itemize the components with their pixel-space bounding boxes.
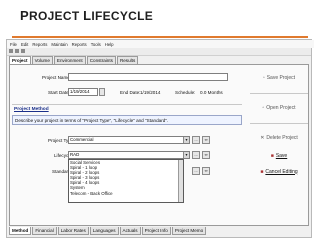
tab-volume[interactable]: Volume: [31, 56, 53, 64]
schedule-label: Schedule:: [175, 90, 196, 95]
toolbar: [7, 48, 311, 56]
lifecycle-more-button[interactable]: ...: [192, 151, 200, 159]
separator: [250, 93, 308, 94]
start-date-input[interactable]: 1/19/2014: [68, 88, 98, 96]
lifecycle-dropdown[interactable]: RAD ▼: [68, 151, 190, 159]
list-item[interactable]: Telecom - Back Office: [69, 191, 183, 196]
tab-environment[interactable]: Environment: [53, 56, 86, 64]
project-name-input[interactable]: [68, 73, 228, 81]
project-type-more-button[interactable]: ...: [192, 136, 200, 144]
method-description: Describe your project in terms of "Proje…: [15, 118, 169, 123]
main-tabs: Project Volume Environment Constraints R…: [9, 56, 139, 65]
save-icon[interactable]: [21, 49, 25, 53]
separator: [12, 104, 242, 105]
project-panel: Project Name Start Date 1/19/2014 End Da…: [9, 64, 309, 226]
tab-project-info[interactable]: Project Info: [141, 227, 171, 235]
folder-icon: ▫: [262, 104, 265, 111]
tab-financial[interactable]: Financial: [32, 227, 57, 235]
project-name-label: Project Name: [42, 75, 70, 80]
open-icon[interactable]: [15, 49, 19, 53]
end-date-value: 1/19/2014: [140, 90, 161, 95]
binoculars-icon[interactable]: ∞: [202, 167, 210, 175]
bottom-tabs: Method Financial Labor Rates Languages A…: [9, 227, 207, 235]
tab-project-memo[interactable]: Project Memo: [171, 227, 207, 235]
menu-reports-2[interactable]: Reports: [72, 42, 87, 47]
disk-icon: ▫: [262, 74, 265, 81]
binoculars-icon[interactable]: ∞: [202, 136, 210, 144]
end-date-label: End Date:: [120, 90, 141, 95]
delete-project-button[interactable]: ✕ Delete Project: [250, 131, 308, 144]
menu-maintain[interactable]: Maintain: [51, 42, 67, 47]
cancel-editing-button[interactable]: ■ Cancel Editing: [250, 165, 308, 178]
title-underline: [12, 36, 308, 38]
start-date-label: Start Date: [48, 90, 69, 95]
tab-results[interactable]: Results: [116, 56, 139, 64]
tab-method[interactable]: Method: [9, 227, 32, 235]
separator: [250, 123, 308, 124]
project-type-dropdown[interactable]: Commercial ▼: [68, 136, 190, 144]
menu-file[interactable]: File: [10, 42, 17, 47]
save-button[interactable]: ■ Save: [250, 149, 308, 162]
tab-constraints[interactable]: Constraints: [86, 56, 116, 64]
method-description-box: Describe your project in terms of "Proje…: [12, 115, 242, 125]
standard-more-button[interactable]: ...: [192, 167, 200, 175]
project-type-value: Commercial: [70, 137, 94, 142]
tab-labor-rates[interactable]: Labor Rates: [57, 227, 89, 235]
save-project-button[interactable]: ▫ Save Project: [250, 71, 308, 84]
save-icon: ■: [270, 152, 274, 159]
menu-help[interactable]: Help: [105, 42, 114, 47]
close-icon: ✕: [260, 134, 265, 141]
chevron-down-icon[interactable]: ▼: [183, 137, 189, 143]
menu-reports[interactable]: Reports: [32, 42, 47, 47]
project-method-heading: Project Method: [14, 107, 49, 112]
open-project-button[interactable]: ▫ Open Project: [250, 101, 308, 114]
tab-actuals[interactable]: Actuals: [119, 227, 141, 235]
schedule-value: 0.0 Months: [200, 90, 223, 95]
tab-languages[interactable]: Languages: [89, 227, 119, 235]
binoculars-icon[interactable]: ∞: [202, 151, 210, 159]
menu-bar: File Edit Reports Maintain Reports Tools…: [7, 40, 314, 48]
cancel-icon: ■: [260, 168, 264, 175]
chevron-down-icon[interactable]: ▼: [183, 152, 189, 158]
slide-title: PROJECT LIFECYCLE: [20, 8, 154, 23]
menu-tools[interactable]: Tools: [91, 42, 101, 47]
lifecycle-value: RAD: [70, 152, 80, 157]
list-scrollbar[interactable]: [178, 160, 183, 202]
menu-edit[interactable]: Edit: [21, 42, 28, 47]
calendar-icon[interactable]: [99, 88, 105, 96]
app-window: File Edit Reports Maintain Reports Tools…: [6, 39, 314, 238]
lifecycle-option-list[interactable]: Social Services Spiral - 1 loop Spiral -…: [68, 159, 184, 203]
new-icon[interactable]: [9, 49, 13, 53]
